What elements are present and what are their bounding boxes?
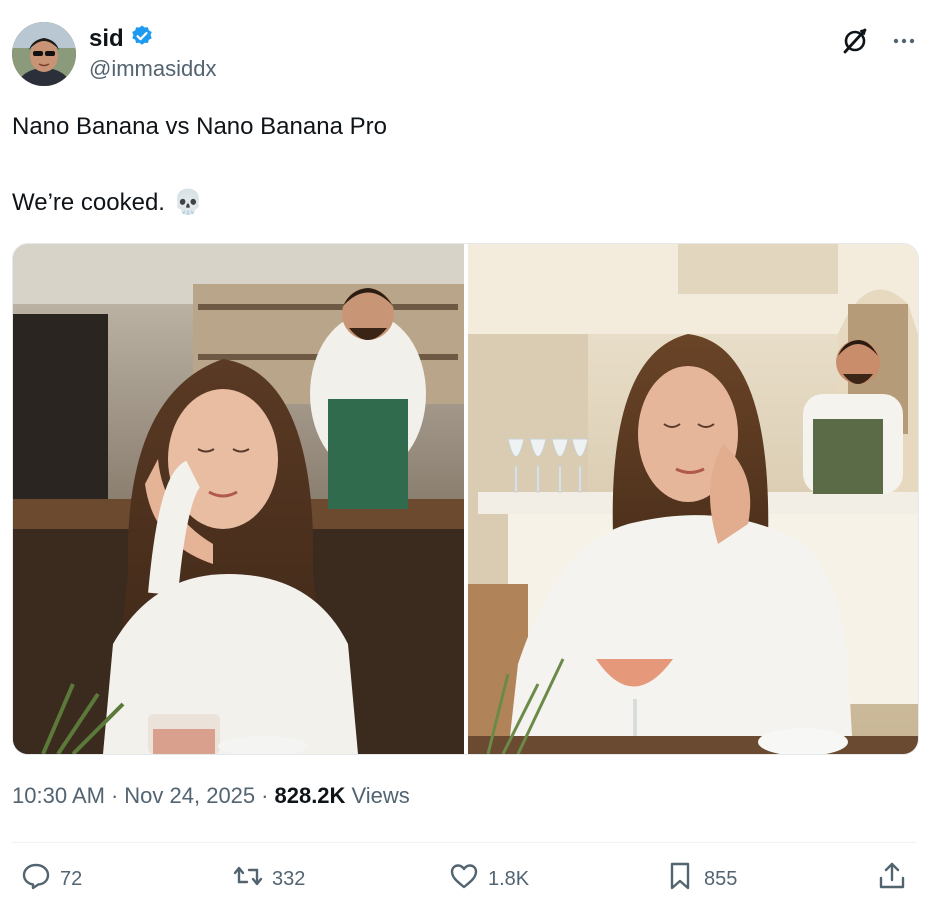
repost-count: 332 (272, 867, 306, 890)
reply-icon (20, 860, 52, 898)
heart-icon (448, 860, 480, 898)
author-name[interactable]: sid (89, 25, 124, 53)
repost-icon (232, 860, 264, 898)
views-label: Views (351, 783, 410, 808)
tweet-text-cooked: We’re cooked. (12, 189, 165, 216)
tweet-time[interactable]: 10:30 AM (12, 783, 105, 809)
meta-separator: · (110, 783, 119, 808)
action-bar: 72 332 1.8K 855 (0, 860, 944, 900)
grok-icon[interactable] (840, 26, 870, 61)
divider (12, 842, 916, 843)
share-button[interactable] (876, 860, 908, 898)
author-handle[interactable]: @immasiddx (89, 56, 216, 82)
avatar[interactable] (12, 22, 76, 86)
media-image-right[interactable] (468, 244, 918, 754)
repost-button[interactable]: 332 (232, 860, 305, 898)
more-icon[interactable] (892, 29, 916, 58)
share-icon (876, 860, 908, 898)
author-name-row[interactable]: sid (89, 24, 154, 53)
tweet-text-line-2: We’re cooked. 💀 (12, 188, 203, 218)
tweet-media-grid (12, 243, 919, 755)
like-count: 1.8K (488, 867, 530, 890)
views-count[interactable]: 828.2K (274, 783, 345, 809)
verified-badge-icon (130, 24, 154, 53)
bookmark-count: 855 (704, 867, 738, 890)
tweet-date[interactable]: Nov 24, 2025 (124, 783, 255, 809)
tweet-text-line-1: Nano Banana vs Nano Banana Pro (12, 113, 387, 140)
reply-count: 72 (60, 867, 83, 890)
media-image-left[interactable] (13, 244, 464, 754)
bookmark-icon (664, 860, 696, 898)
skull-emoji: 💀 (172, 189, 203, 216)
bookmark-button[interactable]: 855 (664, 860, 737, 898)
like-button[interactable]: 1.8K (448, 860, 529, 898)
meta-separator: · (261, 783, 269, 808)
tweet-meta: 10:30 AM · Nov 24, 2025 · 828.2K Views (12, 783, 410, 809)
reply-button[interactable]: 72 (20, 860, 82, 898)
